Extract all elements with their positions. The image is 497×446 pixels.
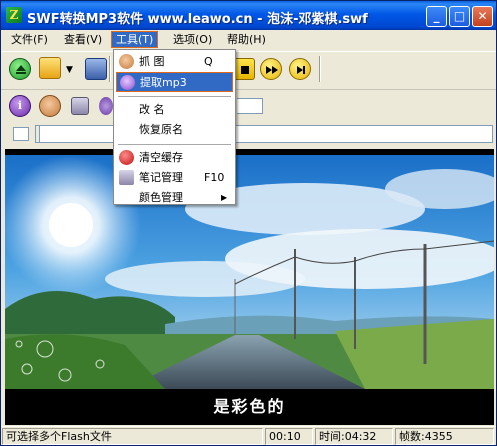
- main-window: Z SWF转换MP3软件 www.leawo.cn - 泡沫-邓紫棋.swf _…: [0, 0, 497, 446]
- open-dropdown-arrow-icon[interactable]: ▼: [66, 65, 73, 75]
- status-bar: 可选择多个Flash文件 00:10 时间:04:32 帧数:4355: [1, 426, 496, 445]
- seek-row: [1, 122, 496, 146]
- menu-item-extract-mp3[interactable]: 提取mp3: [116, 72, 233, 92]
- video-area[interactable]: 是彩色的: [5, 149, 494, 425]
- volume-slider[interactable]: [237, 98, 263, 114]
- face-icon[interactable]: [39, 95, 61, 117]
- snapshot-icon: [119, 54, 134, 69]
- menu-tools[interactable]: 工具(T): [111, 31, 159, 48]
- app-icon[interactable]: Z: [6, 7, 22, 23]
- subtitle-text: 是彩色的: [213, 397, 286, 416]
- film-icon[interactable]: [71, 97, 89, 115]
- save-icon[interactable]: [85, 58, 107, 80]
- status-duration: 时间:04:32: [315, 428, 393, 445]
- maximize-button[interactable]: □: [449, 6, 470, 27]
- menu-help[interactable]: 帮助(H): [223, 32, 270, 49]
- menu-item-snapshot[interactable]: 抓 图 Q: [116, 52, 233, 72]
- submenu-arrow-icon: ▶: [221, 193, 228, 202]
- status-position: 00:10: [265, 428, 313, 445]
- eject-icon[interactable]: [9, 58, 31, 80]
- notes-icon: [119, 170, 134, 185]
- status-hint: 可选择多个Flash文件: [2, 428, 263, 445]
- secondary-toolbar: i: [1, 89, 496, 121]
- tools-dropdown-menu: 抓 图 Q 提取mp3 改 名 恢复原名 清空缓存 笔记管理 F10 颜色管理 …: [113, 49, 236, 205]
- menu-item-clear-cache[interactable]: 清空缓存: [116, 148, 233, 168]
- fast-forward-icon[interactable]: [260, 58, 282, 80]
- clear-cache-icon: [119, 150, 134, 165]
- menu-options[interactable]: 选项(O): [169, 32, 216, 49]
- menu-separator: [118, 96, 231, 97]
- close-button[interactable]: ✕: [472, 6, 493, 27]
- menu-view[interactable]: 查看(V): [60, 32, 106, 49]
- title-bar[interactable]: Z SWF转换MP3软件 www.leawo.cn - 泡沫-邓紫棋.swf _…: [1, 1, 496, 30]
- menu-file[interactable]: 文件(F): [7, 32, 52, 49]
- toolbar-separator: [319, 56, 321, 82]
- menu-item-restore-name[interactable]: 恢复原名: [116, 120, 233, 140]
- loop-checkbox[interactable]: [13, 127, 29, 141]
- menu-item-rename[interactable]: 改 名: [116, 100, 233, 120]
- stop-icon[interactable]: [233, 58, 255, 80]
- next-icon[interactable]: [289, 58, 311, 80]
- main-toolbar: ▼: [1, 51, 496, 87]
- menu-item-notes[interactable]: 笔记管理 F10: [116, 168, 233, 188]
- effect-icon[interactable]: [99, 97, 113, 115]
- seek-track[interactable]: [35, 125, 493, 143]
- extract-mp3-icon: [120, 75, 135, 90]
- video-frame-image: [5, 155, 494, 425]
- menu-bar: 文件(F) 查看(V) 工具(T) 选项(O) 帮助(H): [1, 30, 496, 50]
- status-frames: 帧数:4355: [395, 428, 494, 445]
- toolbar-separator: [109, 56, 111, 82]
- seek-thumb[interactable]: [35, 125, 40, 143]
- open-folder-icon[interactable]: [39, 57, 61, 79]
- menu-item-color[interactable]: 颜色管理 ▶: [116, 188, 233, 208]
- menu-separator: [118, 144, 231, 145]
- window-title: SWF转换MP3软件 www.leawo.cn - 泡沫-邓紫棋.swf: [27, 12, 368, 27]
- info-icon[interactable]: i: [9, 95, 31, 117]
- minimize-button[interactable]: _: [426, 6, 447, 27]
